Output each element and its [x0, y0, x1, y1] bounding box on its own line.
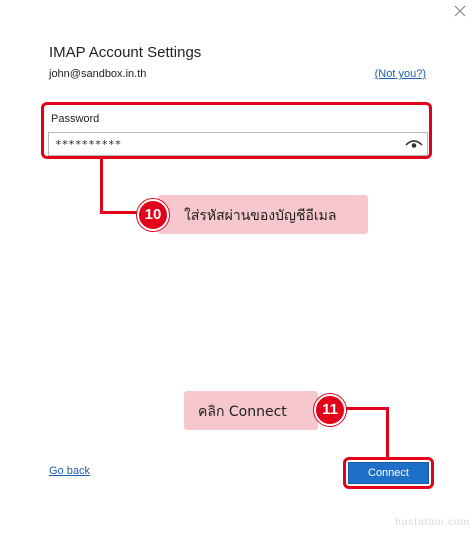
- password-label: Password: [51, 113, 100, 125]
- step10-callout: ใส่รหัสผ่านของบัญชีอีเมล: [158, 195, 368, 234]
- watermark: hostatom.com: [395, 517, 470, 528]
- step10-badge: 10: [137, 199, 169, 231]
- password-input[interactable]: [55, 135, 395, 153]
- connect-button[interactable]: Connect: [348, 462, 429, 484]
- not-you-link[interactable]: (Not you?): [375, 68, 426, 80]
- account-email: john@sandbox.in.th: [49, 68, 147, 80]
- eye-icon[interactable]: [405, 137, 423, 151]
- step10-text: ใส่รหัสผ่านของบัญชีอีเมล: [184, 208, 337, 224]
- step11-connector-horizontal: [346, 407, 389, 410]
- step11-badge: 11: [314, 394, 346, 426]
- step11-connector-vertical: [386, 407, 389, 457]
- close-icon: [454, 5, 466, 17]
- dialog-title: IMAP Account Settings: [49, 44, 202, 61]
- step10-connector-horizontal: [100, 211, 140, 214]
- password-field-container: [48, 132, 428, 156]
- step11-callout: คลิก Connect: [184, 391, 318, 430]
- step10-connector-vertical: [100, 159, 103, 213]
- step11-text: คลิก Connect: [198, 404, 287, 420]
- go-back-link[interactable]: Go back: [49, 465, 90, 477]
- close-button[interactable]: [452, 3, 468, 19]
